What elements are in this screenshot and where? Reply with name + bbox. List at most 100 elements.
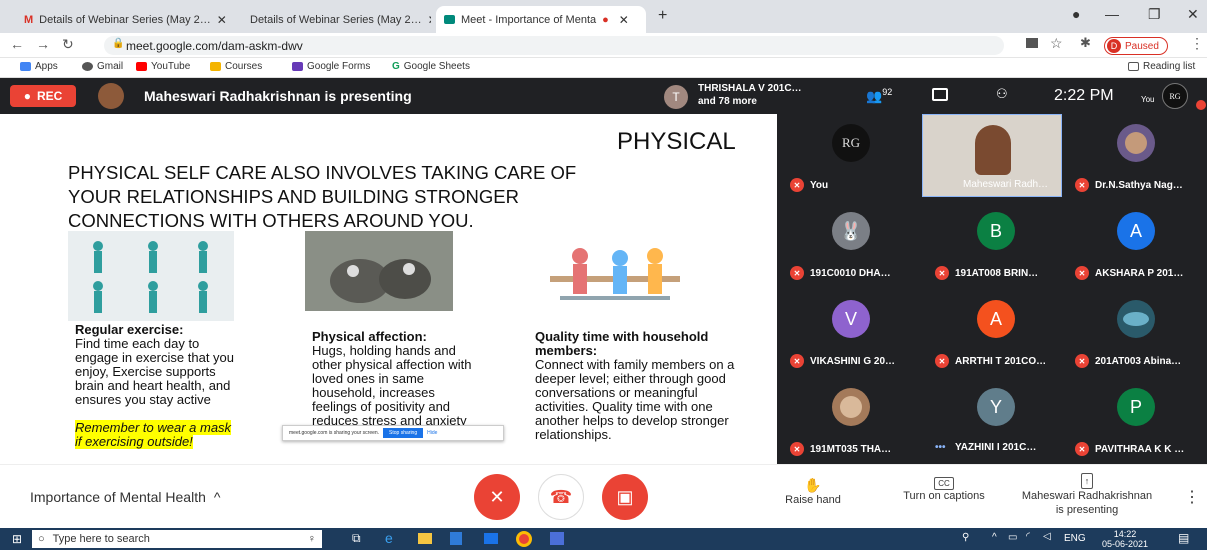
battery-icon[interactable]: ▭: [1008, 532, 1017, 543]
participant-name: ✕ 191AT008 BRIN…: [935, 266, 1067, 280]
captions-button[interactable]: CC Turn on captions: [894, 477, 994, 502]
reading-list-button[interactable]: Reading list: [1128, 61, 1195, 72]
self-avatar[interactable]: RG: [1162, 83, 1188, 109]
name-label: YAZHINI I 201C…: [955, 442, 1037, 453]
mic-toggle-button[interactable]: ✕: [474, 474, 520, 520]
participant-tile[interactable]: V ✕ VIKASHINI G 20…: [782, 290, 922, 373]
hide-button[interactable]: Hide: [427, 430, 437, 436]
raise-hand-label: Raise hand: [785, 494, 841, 506]
tab-webinar-2[interactable]: Details of Webinar Series (May 2… ✕: [236, 6, 431, 33]
notifications-icon[interactable]: ▤: [1178, 531, 1189, 545]
tab-webinar-1[interactable]: M Details of Webinar Series (May 2… ✕: [16, 6, 231, 33]
present-icon: ↑: [1080, 473, 1094, 489]
bookmark-label: YouTube: [151, 61, 191, 72]
cc-icon: CC: [934, 477, 954, 490]
app-icon[interactable]: [550, 532, 564, 545]
chrome-icon[interactable]: [516, 531, 532, 547]
mail-icon[interactable]: [484, 533, 498, 544]
participant-tile[interactable]: B ✕ 191AT008 BRIN…: [927, 202, 1067, 285]
image-avatar-icon: [1123, 312, 1149, 326]
profile-dot-icon[interactable]: ●: [1072, 6, 1080, 22]
bookmark-sheets[interactable]: G Google Sheets: [392, 61, 470, 72]
mic-off-icon: ✕: [935, 354, 949, 368]
camera-off-icon: ▣: [616, 486, 634, 507]
search-icon: ○: [38, 533, 45, 545]
raise-hand-button[interactable]: ✋ Raise hand: [778, 477, 848, 506]
task-view-icon[interactable]: ⧉: [352, 531, 361, 546]
people-button[interactable]: 👥92: [866, 87, 892, 104]
windows-start-icon[interactable]: ⊞: [12, 532, 22, 546]
close-icon[interactable]: ✕: [619, 13, 629, 27]
taskbar-search[interactable]: ○ Type here to search ♀: [32, 530, 322, 548]
participant-name: ✕ Dr.N.Sathya Nag…: [1075, 178, 1207, 192]
extensions-icon[interactable]: ✱: [1080, 35, 1091, 51]
col-line: conversations or meaningful: [535, 385, 698, 400]
participant-name: THRISHALA V 201C…: [698, 83, 802, 94]
store-icon[interactable]: [450, 532, 462, 545]
system-clock[interactable]: 14:22 05-06-2021: [1100, 529, 1150, 549]
bookmark-apps[interactable]: Apps: [20, 61, 58, 72]
windows-taskbar: ⊞ ○ Type here to search ♀ ⧉ e ⚲ ^ ▭ ◜ ◁ …: [0, 528, 1207, 550]
mic-off-badge: [1196, 100, 1206, 110]
shared-slide: PHYSICAL PHYSICAL SELF CARE ALSO INVOLVE…: [0, 114, 777, 464]
profile-button[interactable]: D Paused: [1104, 37, 1168, 55]
file-explorer-icon[interactable]: [418, 533, 432, 544]
presentation-button[interactable]: ↑ Maheswari Radhakrishnan is presenting: [1012, 473, 1162, 517]
participant-tile[interactable]: Y ••• YAZHINI I 201C…: [927, 378, 1067, 461]
camera-icon[interactable]: [1026, 38, 1038, 48]
wifi-icon[interactable]: ◜: [1026, 531, 1030, 542]
volume-icon[interactable]: ◁: [1043, 531, 1051, 542]
url-field[interactable]: 🔒 meet.google.com/dam-askm-dwv: [104, 36, 1004, 55]
more-options-icon[interactable]: ⋮: [1184, 487, 1200, 507]
minimize-button[interactable]: —: [1105, 6, 1119, 22]
star-icon[interactable]: ☆: [1050, 35, 1063, 52]
stop-sharing-button[interactable]: Stop sharing: [383, 428, 424, 438]
chevron-up-icon[interactable]: ^: [992, 532, 997, 543]
language-indicator[interactable]: ENG: [1064, 533, 1086, 544]
forward-icon[interactable]: →: [36, 36, 50, 52]
participant-tile[interactable]: ✕ 191MT035 THA…: [782, 378, 922, 461]
participant-tile[interactable]: ✕ Dr.N.Sathya Nag…: [1067, 114, 1207, 197]
restore-button[interactable]: ❐: [1148, 6, 1161, 23]
avatar: Y: [977, 388, 1015, 426]
address-bar: ← → ↻ 🔒 meet.google.com/dam-askm-dwv ☆ ✱…: [0, 33, 1207, 58]
new-tab-button[interactable]: +: [658, 7, 667, 25]
forms-icon: [292, 62, 303, 71]
participant-name: ✕ You: [790, 178, 922, 192]
leave-call-button[interactable]: ☎: [538, 474, 584, 520]
meeting-details-button[interactable]: Importance of Mental Health ^: [30, 489, 220, 505]
tab-meet[interactable]: Meet - Importance of Menta ● ✕: [436, 6, 646, 33]
bookmark-youtube[interactable]: YouTube: [136, 61, 190, 72]
participant-tile[interactable]: A ✕ ARRTHI T 201CO…: [927, 290, 1067, 373]
meeting-title: Importance of Mental Health: [30, 489, 206, 505]
people-icon[interactable]: ⚲: [962, 532, 969, 543]
close-icon[interactable]: ✕: [217, 13, 227, 27]
close-window-button[interactable]: ✕: [1187, 6, 1199, 23]
speaking-dots-icon: •••: [935, 442, 946, 453]
bookmark-forms[interactable]: Google Forms: [292, 61, 370, 72]
chat-icon[interactable]: [932, 88, 948, 101]
hand-icon: ✋: [804, 477, 822, 493]
profile-status: Paused: [1125, 40, 1159, 52]
reload-icon[interactable]: ↻: [62, 36, 74, 53]
close-icon[interactable]: ✕: [428, 13, 431, 27]
participant-tile[interactable]: A ✕ AKSHARA P 201…: [1067, 202, 1207, 285]
participant-tile[interactable]: 🐰 ✕ 191C0010 DHA…: [782, 202, 922, 285]
presenting-label: Maheswari Radhakrishnan is presenting: [144, 88, 412, 104]
participant-tile[interactable]: P ✕ PAVITHRAA K K …: [1067, 378, 1207, 461]
menu-icon[interactable]: ⋮: [1190, 35, 1204, 52]
camera-toggle-button[interactable]: ▣: [602, 474, 648, 520]
note-line: if exercising outside!: [75, 434, 193, 449]
activities-icon[interactable]: ⚇: [996, 86, 1008, 102]
participant-name: ✕ 201AT003 Abina…: [1075, 354, 1207, 368]
edge-icon[interactable]: e: [385, 530, 393, 546]
participant-tile[interactable]: RG ✕ You: [782, 114, 922, 197]
slide-intro: PHYSICAL SELF CARE ALSO INVOLVES TAKING …: [68, 161, 576, 233]
meet-icon: [444, 15, 455, 24]
bookmark-courses[interactable]: Courses: [210, 61, 262, 72]
participant-name: ✕ 191MT035 THA…: [790, 442, 922, 456]
participant-tile-presenter[interactable]: Maheswari Radh…: [922, 114, 1062, 197]
back-icon[interactable]: ←: [10, 36, 24, 52]
participant-tile[interactable]: ✕ 201AT003 Abina…: [1067, 290, 1207, 373]
bookmark-gmail[interactable]: Gmail: [82, 61, 123, 72]
